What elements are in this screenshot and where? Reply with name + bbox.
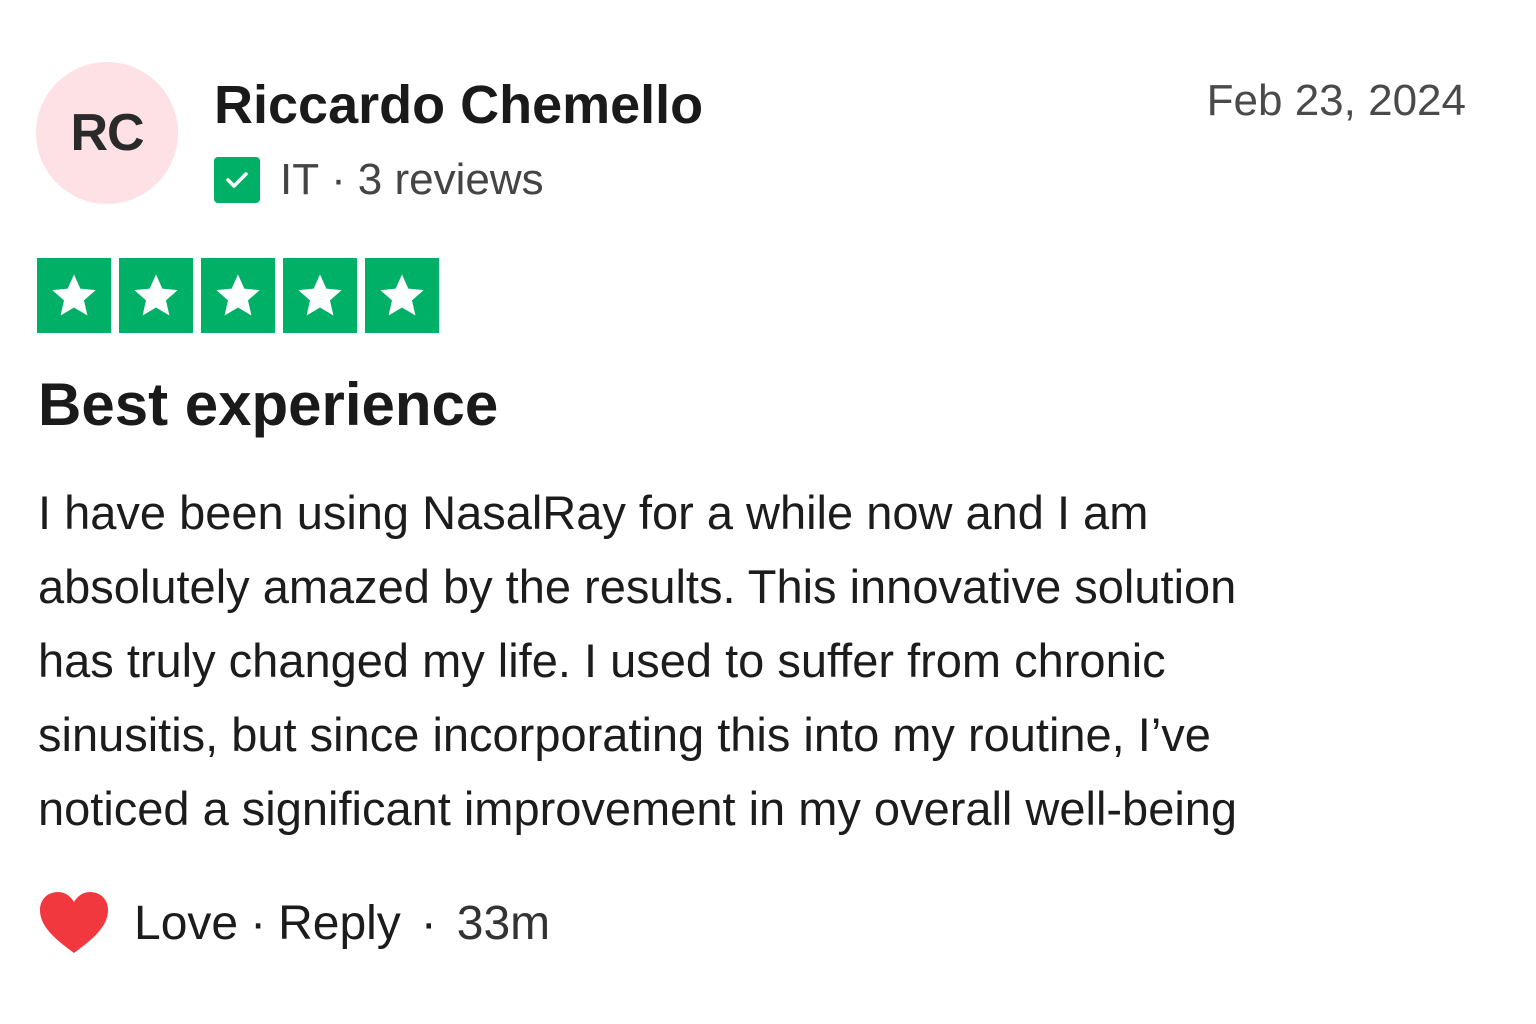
star-icon [283,258,357,333]
reply-button[interactable]: Reply [278,896,401,951]
review-body-line: absolutely amazed by the results. This i… [38,560,1237,613]
star-icon [37,258,111,333]
meta-separator: · [331,155,346,204]
star-icon [201,258,275,333]
avatar-initials: RC [70,104,144,162]
reviewer-name[interactable]: Riccardo Chemello [214,74,703,136]
reviewer-review-count[interactable]: 3 reviews [358,155,544,205]
review-actions: Love · Reply · 33m [38,888,550,958]
love-button[interactable]: Love [134,896,238,951]
reviewer-meta: IT · 3 reviews [214,155,544,205]
review-body-line: sinusitis, but since incorporating this … [38,708,1211,761]
verified-check-icon [214,157,260,203]
star-icon [119,258,193,333]
review-body-line: noticed a significant improvement in my … [38,782,1238,835]
star-icon [365,258,439,333]
star-rating [37,258,439,333]
review-body: I have been using NasalRay for a while n… [38,476,1478,846]
action-separator: · [250,896,267,950]
time-ago: 33m [456,896,551,950]
review-date: Feb 23, 2024 [1206,76,1466,125]
avatar: RC [36,62,178,204]
review-body-line: has truly changed my life. I used to suf… [38,634,1166,687]
action-separator: · [420,896,437,950]
reviewer-country: IT [280,155,320,204]
heart-icon[interactable] [38,891,110,955]
review-body-line: I have been using NasalRay for a while n… [38,486,1149,539]
review-title: Best experience [38,371,499,438]
